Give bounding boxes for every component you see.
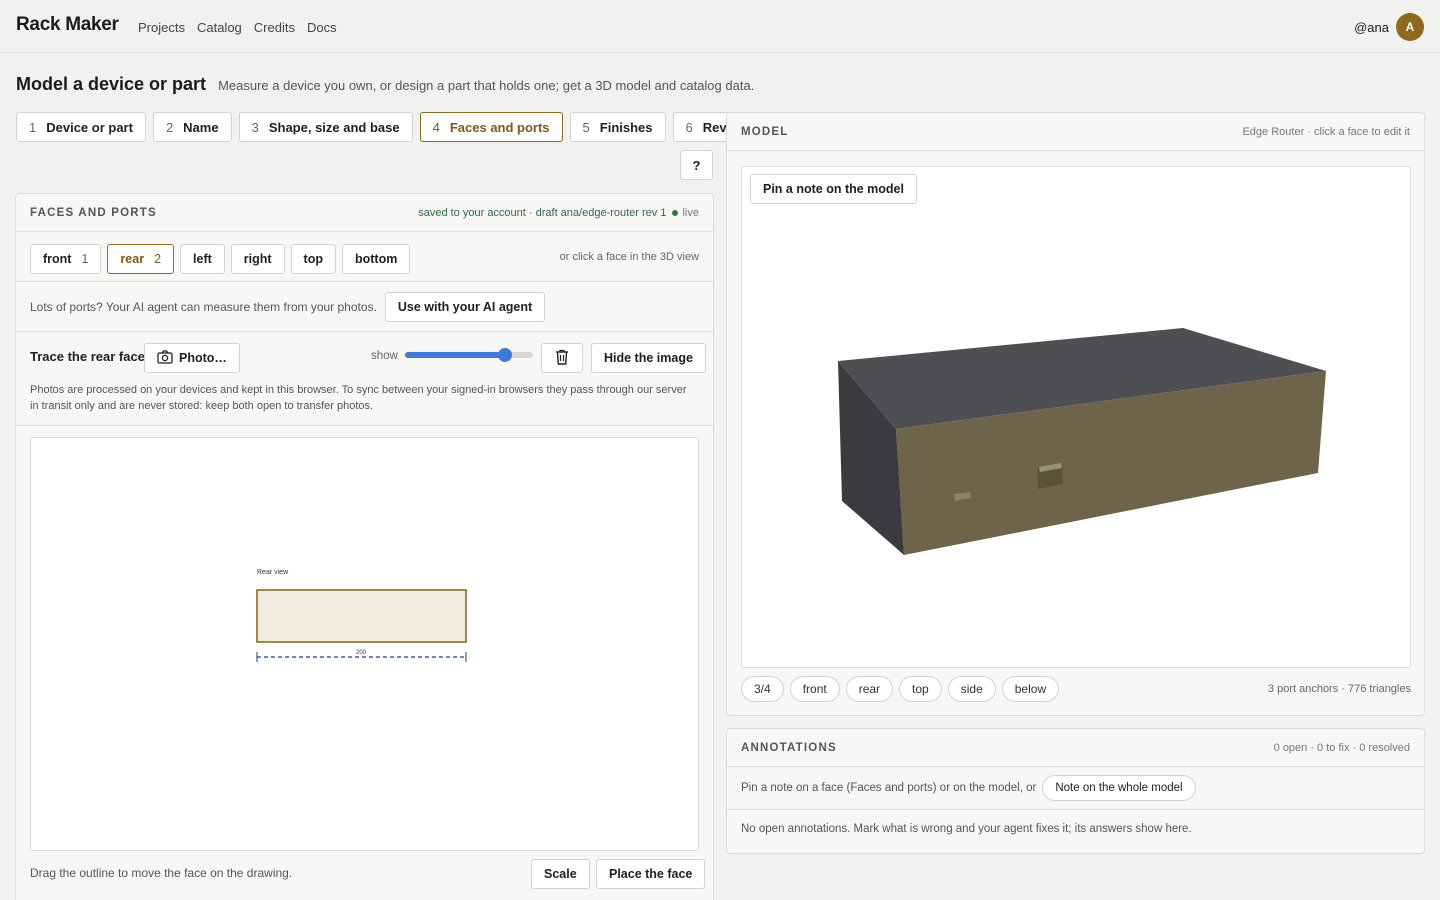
annotation-pin-text: Pin a note on a face (Faces and ports) o…: [741, 782, 1037, 794]
help-button[interactable]: ?: [680, 150, 713, 180]
dimension-value: 200: [356, 650, 367, 656]
view-below[interactable]: below: [1001, 676, 1060, 702]
nav-docs[interactable]: Docs: [307, 20, 337, 35]
model-3d-viewport[interactable]: Pin a note on the model: [741, 166, 1411, 668]
trash-icon: [555, 349, 569, 368]
save-status-text: saved to your account · draft ana/edge-r…: [418, 206, 667, 219]
ai-agent-row: Lots of ports? Your AI agent can measure…: [16, 282, 713, 332]
save-status: saved to your account · draft ana/edge-r…: [418, 207, 699, 219]
model-panel-title: MODEL: [741, 125, 789, 138]
model-header-hint: Edge Router · click a face to edit it: [1242, 125, 1410, 138]
face-tab-right[interactable]: right: [230, 244, 285, 274]
wizard-steps: 1 Device or part 2 Name 3 Shape, size and b…: [16, 112, 761, 142]
step-shape-size-base[interactable]: 3 Shape, size and base: [238, 112, 413, 142]
page-title: Model a device or part: [16, 74, 207, 94]
face-tab-front[interactable]: front 1: [30, 244, 102, 274]
ai-agent-text: Lots of ports? Your AI agent can measure…: [30, 299, 377, 314]
slider-fill: [405, 352, 505, 358]
live-dot-icon: [672, 209, 679, 216]
drawing-view-label: Rear view: [257, 569, 289, 576]
hide-image-button[interactable]: Hide the image: [591, 343, 706, 373]
face-tab-rear[interactable]: rear 2: [107, 244, 175, 274]
nav-projects[interactable]: Projects: [138, 20, 185, 35]
view-top[interactable]: top: [899, 676, 942, 702]
nav-catalog[interactable]: Catalog: [197, 20, 242, 35]
faces-panel-title: FACES AND PORTS: [30, 206, 157, 219]
show-label: show: [371, 350, 398, 362]
face-tab-left[interactable]: left: [180, 244, 225, 274]
annotation-counts: 0 open · 0 to fix · 0 resolved: [1273, 741, 1410, 754]
step-faces-and-ports[interactable]: 4 Faces and ports: [419, 112, 563, 142]
face-hint: or click a face in the 3D view: [559, 251, 699, 263]
main-nav: Projects Catalog Credits Docs: [138, 20, 337, 35]
step-device-or-part[interactable]: 1 Device or part: [16, 112, 146, 142]
username: @ana: [1354, 19, 1389, 35]
face-outline[interactable]: [256, 589, 467, 643]
trace-controls: Trace the rear face Photo… show Hide the…: [16, 332, 713, 426]
user-menu[interactable]: @ana A: [1354, 13, 1424, 41]
note-whole-model-button[interactable]: Note on the whole model: [1042, 775, 1196, 801]
face-tab-top[interactable]: top: [290, 244, 336, 274]
pin-note-button[interactable]: Pin a note on the model: [750, 174, 917, 204]
avatar[interactable]: A: [1396, 13, 1424, 41]
face-tab-bottom[interactable]: bottom: [341, 244, 411, 274]
annotations-header: ANNOTATIONS 0 open · 0 to fix · 0 resolv…: [727, 729, 1424, 767]
privacy-note: Photos are processed on your devices and…: [30, 384, 687, 412]
view-side[interactable]: side: [947, 676, 996, 702]
face-tabs-row: front 1 rear 2 left right top bottom or cl…: [16, 232, 713, 282]
image-opacity-slider[interactable]: [405, 348, 533, 362]
camera-icon: [157, 349, 173, 367]
scale-button[interactable]: Scale: [531, 859, 590, 889]
annotation-pin-row: Pin a note on a face (Faces and ports) o…: [727, 767, 1424, 810]
nav-credits[interactable]: Credits: [254, 20, 295, 35]
face-actions-row: Drag the outline to move the face on the…: [16, 858, 713, 898]
drag-hint: Drag the outline to move the face on the…: [30, 866, 293, 880]
rear-face-drawing: Rear view 200: [256, 569, 467, 662]
model-panel-header: MODEL Edge Router · click a face to edit…: [727, 113, 1424, 151]
top-bar: Rack Maker Projects Catalog Credits Docs…: [0, 0, 1440, 53]
brand-logo[interactable]: Rack Maker: [16, 14, 119, 36]
faces-and-ports-panel: FACES AND PORTS saved to your account · …: [15, 193, 714, 900]
live-indicator: live: [672, 207, 699, 219]
faces-panel-header: FACES AND PORTS saved to your account · …: [16, 194, 713, 232]
slider-thumb[interactable]: [498, 348, 512, 362]
page-subtitle: Measure a device you own, or design a pa…: [218, 78, 755, 93]
delete-image-button[interactable]: [541, 343, 583, 373]
device-3d-model[interactable]: [742, 167, 1411, 668]
model-stats: 3 port anchors · 776 triangles: [1267, 683, 1411, 695]
trace-face-label: Trace the rear face: [30, 349, 145, 364]
step-finishes[interactable]: 5 Finishes: [569, 112, 666, 142]
annotations-title: ANNOTATIONS: [741, 741, 837, 754]
view-front[interactable]: front: [789, 676, 840, 702]
view-three-quarter[interactable]: 3/4: [741, 676, 784, 702]
photo-button[interactable]: Photo…: [144, 343, 240, 373]
view-controls: 3/4 front rear top side below 3 port anc…: [741, 676, 1411, 704]
place-face-button[interactable]: Place the face: [596, 859, 706, 889]
face-drawing-canvas[interactable]: Rear view 200: [30, 437, 699, 851]
use-ai-agent-button[interactable]: Use with your AI agent: [384, 291, 546, 322]
page-heading: Model a device or part Measure a device …: [16, 74, 754, 95]
step-name[interactable]: 2 Name: [152, 112, 232, 142]
view-rear[interactable]: rear: [845, 676, 894, 702]
annotations-empty-state: No open annotations. Mark what is wrong …: [741, 823, 1192, 835]
model-panel: MODEL Edge Router · click a face to edit…: [726, 112, 1425, 716]
annotations-panel: ANNOTATIONS 0 open · 0 to fix · 0 resolv…: [726, 728, 1425, 854]
